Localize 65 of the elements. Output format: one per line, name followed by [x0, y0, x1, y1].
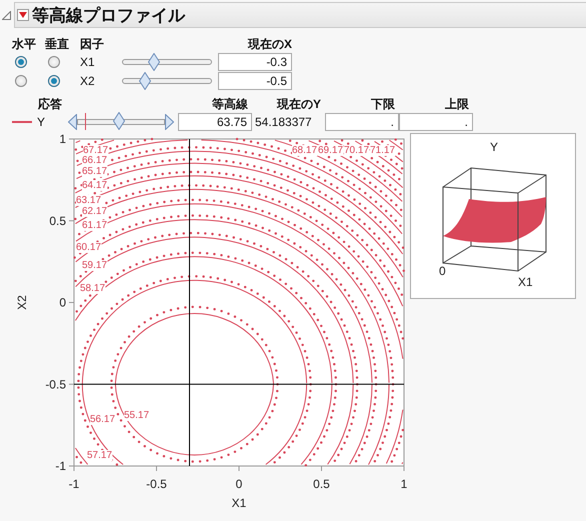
column-header: 因子 — [80, 36, 105, 52]
contour-field[interactable]: 63.75 — [178, 112, 252, 130]
axis-tick-label: 1 — [59, 134, 66, 146]
radio-button[interactable] — [48, 56, 60, 68]
contour-label: 67.17 — [83, 145, 108, 156]
column-header: 水平 — [12, 36, 37, 52]
current-y-value: 54.183377 — [254, 114, 313, 130]
contour-label: 60.17 — [76, 242, 102, 253]
contour-label: 58.17 — [80, 283, 106, 294]
column-header: 現在のX — [246, 36, 293, 52]
contour-label: 70.17 — [344, 145, 370, 156]
axis-tick-label: -1 — [55, 459, 66, 473]
value-field[interactable]: -0.3 — [218, 52, 292, 70]
radio-button[interactable] — [15, 74, 27, 86]
slider[interactable] — [122, 52, 212, 70]
response-name: Y — [37, 114, 46, 128]
column-header: 等高線 — [211, 96, 249, 112]
contour-label: 56.17 — [90, 414, 116, 425]
axis-tick-label: -0.5 — [146, 477, 167, 491]
lower-limit-field[interactable]: . — [325, 112, 399, 130]
axis-tick-label: 1 — [400, 477, 408, 491]
slider[interactable] — [122, 72, 212, 90]
contour-label: 65.17 — [82, 166, 108, 177]
axis-tick-label: -1 — [68, 477, 80, 491]
y-axis-title: X2 — [15, 295, 29, 310]
slider-thumb[interactable] — [138, 72, 150, 90]
right-arrow-icon[interactable] — [165, 114, 174, 130]
panel-title: 等高線プロファイル — [32, 4, 185, 26]
column-header: 上限 — [444, 96, 470, 112]
axis-tick-label: 0.5 — [313, 477, 330, 491]
upper-limit-field[interactable]: . — [399, 112, 473, 130]
contour-label: 57.17 — [87, 450, 112, 461]
radio-button[interactable] — [15, 56, 27, 68]
collapse-triangle-icon[interactable] — [2, 10, 11, 20]
column-header: 現在のY — [276, 96, 322, 112]
contour-label: 61.17 — [82, 220, 108, 231]
axis-tick-label: 0.5 — [49, 214, 66, 228]
contour-label: 62.17 — [82, 206, 108, 217]
contour-label: 64.17 — [82, 180, 108, 191]
contour-label: 55.17 — [124, 410, 150, 421]
radio-button[interactable] — [48, 74, 60, 86]
contour-label: 63.17 — [76, 195, 102, 206]
menu-triangle-button[interactable] — [17, 9, 29, 21]
axis-tick-label: 0 — [59, 296, 66, 310]
axis-tick-label: -0.5 — [45, 377, 66, 392]
factor-name: X1 — [80, 54, 96, 70]
column-header: 垂直 — [45, 36, 70, 52]
column-header: 応答 — [38, 97, 62, 111]
surface-plot-title: Y — [490, 140, 498, 154]
contour-label: 59.17 — [82, 260, 108, 271]
current-value-marker — [85, 113, 86, 130]
contour-label: 69.17 — [318, 145, 344, 156]
contour-label: 66.17 — [82, 155, 108, 166]
factor-name: X2 — [80, 72, 96, 90]
slider-thumb[interactable] — [113, 112, 126, 130]
axis-origin-label: 0 — [439, 264, 446, 278]
column-header: 下限 — [370, 96, 396, 112]
axis-tick-label: 0 — [236, 477, 242, 491]
contour-label: 71.17 — [370, 145, 396, 156]
x-axis-title: X1 — [232, 496, 246, 510]
contour-label: 68.17 — [292, 145, 318, 156]
slider-thumb[interactable] — [148, 52, 160, 70]
left-arrow-icon[interactable] — [68, 114, 77, 130]
axis-label: X1 — [518, 275, 533, 289]
value-field[interactable]: -0.5 — [218, 72, 292, 90]
